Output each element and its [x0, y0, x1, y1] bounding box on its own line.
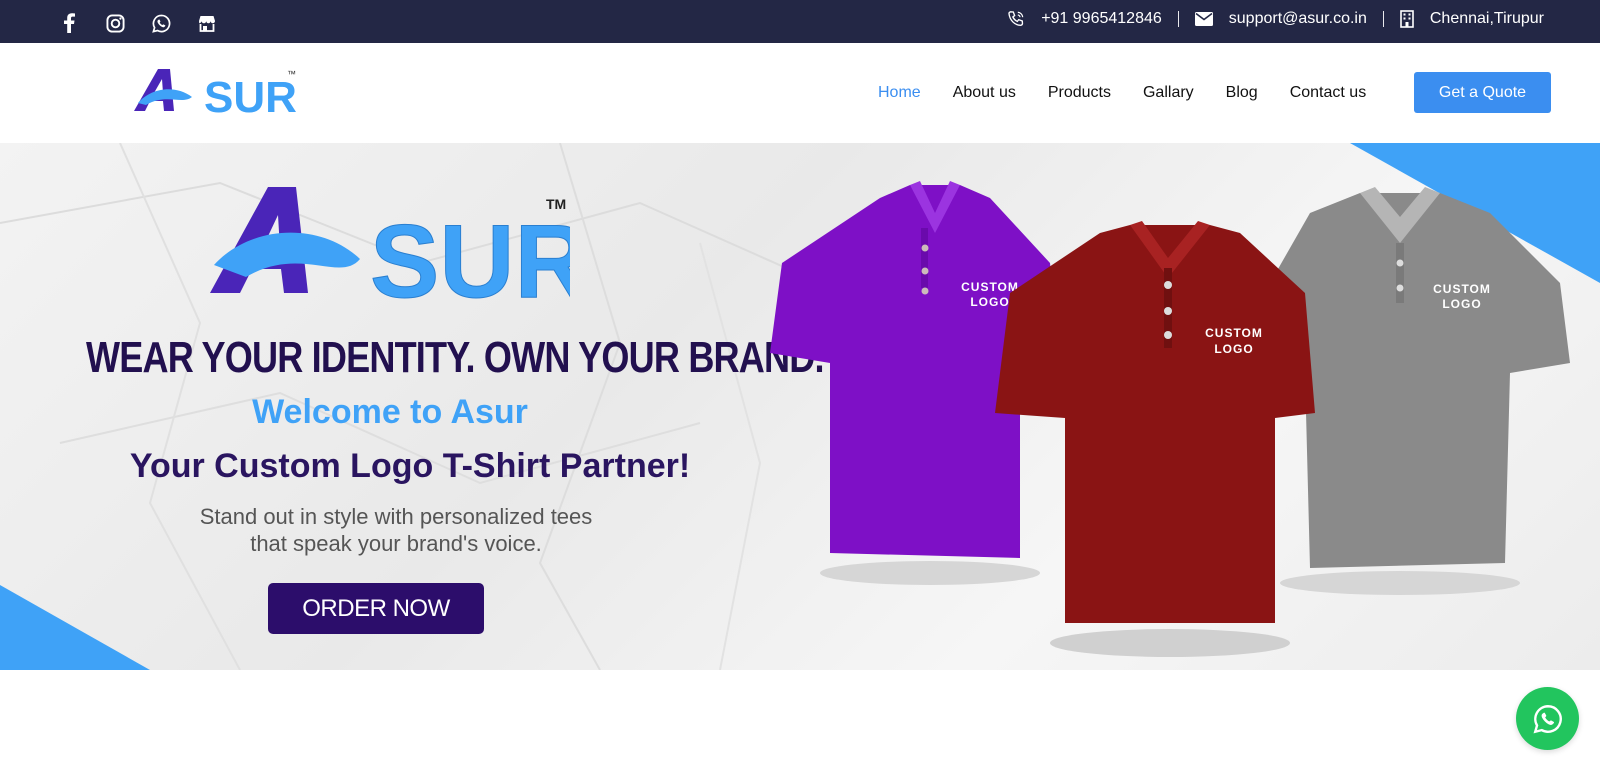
nav-item-blog[interactable]: Blog	[1226, 84, 1258, 102]
hero-headline: Your Custom Logo T-Shirt Partner!	[129, 447, 691, 485]
whatsapp-icon	[1533, 704, 1562, 733]
svg-text:LOGO: LOGO	[1214, 342, 1253, 356]
hero-tagline: WEAR YOUR IDENTITY. OWN YOUR BRAND.	[86, 333, 825, 382]
whatsapp-icon[interactable]	[150, 12, 172, 34]
shirts-illustration: CUSTOM LOGO CUSTOM LOGO CUSTOM LOGO	[770, 181, 1570, 657]
location-contact: Chennai,Tirupur	[1400, 10, 1544, 28]
description-line-2: that speak your brand's voice.	[250, 531, 542, 556]
hero-banner: SUR TM WEAR YOUR IDENTITY. OWN YOUR BRAN…	[0, 143, 1600, 670]
phone-contact[interactable]: +91 9965412846	[1007, 10, 1162, 28]
nav-item-products[interactable]: Products	[1048, 84, 1111, 102]
hero-brand-logo: SUR TM	[210, 187, 570, 305]
svg-text:SUR: SUR	[370, 204, 570, 305]
site-logo[interactable]: SUR ™	[132, 65, 300, 117]
nav-item-contact[interactable]: Contact us	[1290, 84, 1366, 102]
phone-icon	[1008, 10, 1024, 26]
maroon-polo-shirt: CUSTOM LOGO	[995, 221, 1315, 657]
email-contact[interactable]: support@asur.co.in	[1194, 10, 1367, 28]
nav-item-home[interactable]: Home	[878, 84, 921, 102]
instagram-icon[interactable]	[104, 12, 126, 34]
building-icon	[1400, 9, 1414, 28]
envelope-icon	[1194, 11, 1213, 26]
get-quote-button[interactable]: Get a Quote	[1414, 72, 1551, 113]
location-text: Chennai,Tirupur	[1429, 9, 1544, 27]
email-address[interactable]: support@asur.co.in	[1229, 10, 1367, 28]
description-line-1: Stand out in style with personalized tee…	[199, 504, 593, 529]
divider	[1382, 10, 1384, 27]
hero-description: Stand out in style with personalized tee…	[0, 503, 792, 557]
nav-item-gallary[interactable]: Gallary	[1143, 84, 1194, 102]
store-icon[interactable]	[196, 12, 218, 34]
social-links	[58, 12, 218, 34]
top-bar: +91 9965412846 support@asur.co.in Chenna…	[0, 0, 1600, 43]
whatsapp-float-button[interactable]	[1516, 687, 1579, 750]
main-navigation: SUR ™ Home About us Products Gallary Blo…	[0, 43, 1600, 143]
hero-welcome: Welcome to Asur	[252, 393, 528, 431]
svg-text:CUSTOM: CUSTOM	[1205, 326, 1263, 340]
phone-number[interactable]: +91 9965412846	[1041, 10, 1162, 28]
contact-info: +91 9965412846 support@asur.co.in Chenna…	[1007, 0, 1544, 37]
nav-menu: Home About us Products Gallary Blog Cont…	[878, 43, 1366, 143]
svg-text:TM: TM	[546, 196, 566, 212]
divider	[1177, 10, 1179, 27]
svg-text:CUSTOM: CUSTOM	[961, 280, 1019, 294]
svg-text:SUR: SUR	[204, 73, 297, 117]
corner-accent-bottom-left	[0, 585, 150, 670]
order-now-button[interactable]: ORDER NOW	[268, 583, 484, 634]
svg-text:LOGO: LOGO	[970, 295, 1009, 309]
svg-text:CUSTOM: CUSTOM	[1433, 282, 1491, 296]
facebook-icon[interactable]	[58, 12, 80, 34]
svg-text:™: ™	[287, 69, 296, 79]
svg-text:LOGO: LOGO	[1442, 297, 1481, 311]
nav-item-about[interactable]: About us	[953, 84, 1016, 102]
